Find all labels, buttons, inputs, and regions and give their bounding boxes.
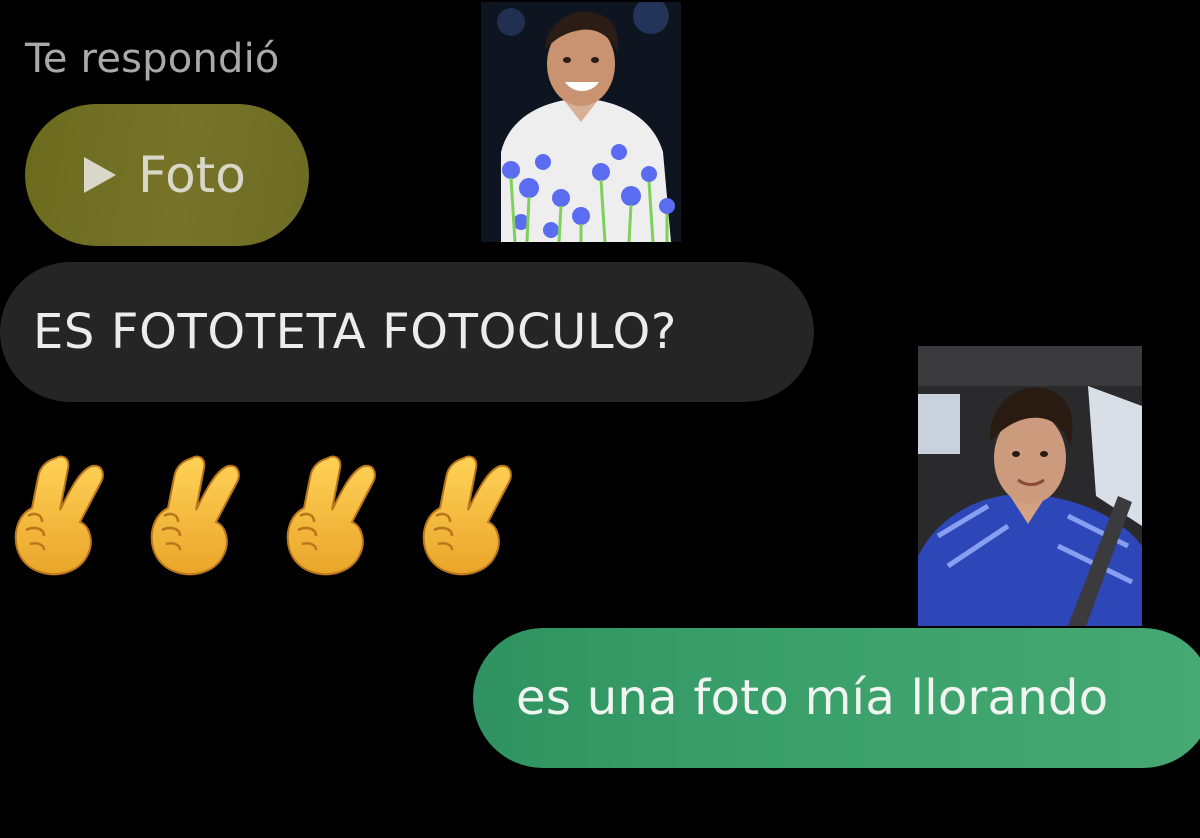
incoming-message-bubble[interactable]: ES FOTOTETA FOTOCULO? [0,262,814,402]
play-icon [84,157,117,193]
photo-reply-bubble[interactable]: Foto [25,104,309,246]
man-in-blue-jersey-car-selfie-photo [918,346,1142,626]
incoming-message-text: ES FOTOTETA FOTOCULO? [33,304,677,360]
photo-label: Foto [138,146,246,204]
crossed-fingers-icon [14,455,104,576]
outgoing-message-bubble[interactable]: es una foto mía llorando [473,628,1200,768]
crossed-fingers-icon [286,455,376,576]
smiling-man-with-blue-flowers-photo [481,2,681,242]
reply-caption: Te respondió [25,36,280,82]
crossed-fingers-icon [422,455,512,576]
outgoing-message-text: es una foto mía llorando [516,670,1109,726]
crossed-fingers-icon [150,455,240,576]
